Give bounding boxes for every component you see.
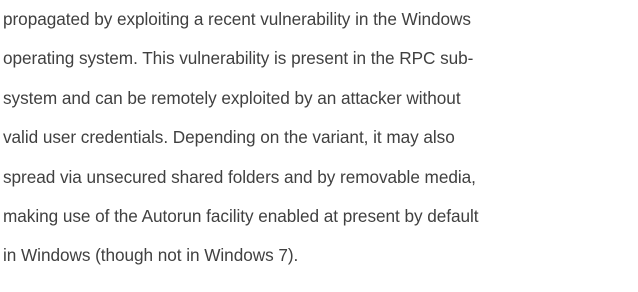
document-paragraph: propagated by exploiting a recent vulner… [3, 0, 635, 276]
paragraph-line-3: system and can be remotely exploited by … [3, 87, 461, 108]
paragraph-line-5: spread via unsecured shared folders and … [3, 166, 476, 187]
paragraph-line-7: in Windows (though not in Windows 7). [3, 245, 299, 266]
paragraph-line-2: operating system. This vulnerability is … [3, 48, 474, 69]
paragraph-line-4: valid user credentials. Depending on the… [3, 127, 455, 148]
paragraph-line-1: propagated by exploiting a recent vulner… [3, 9, 471, 29]
paragraph-line-6: making use of the Autorun facility enabl… [3, 205, 479, 226]
